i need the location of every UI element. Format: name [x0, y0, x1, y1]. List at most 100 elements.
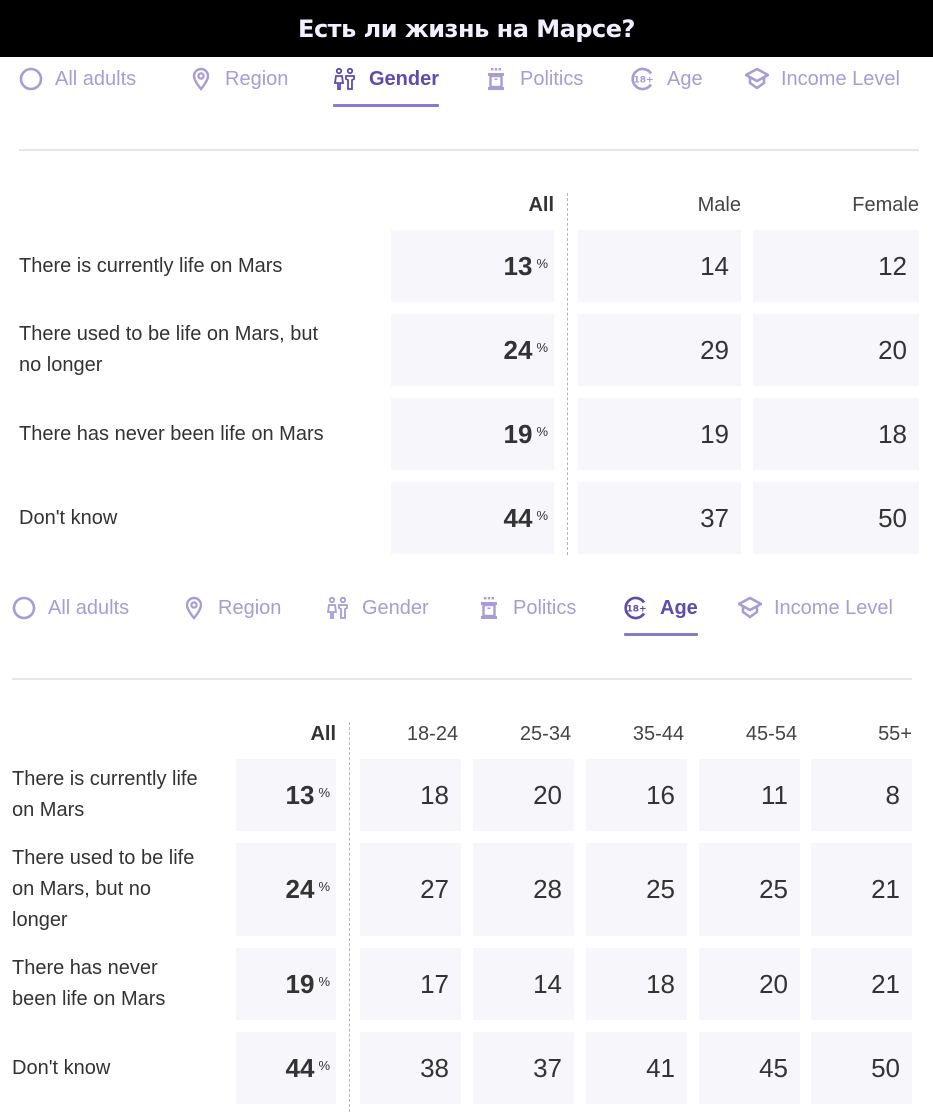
tab-label: Age	[667, 67, 703, 90]
percent-sign: %	[318, 879, 330, 894]
tab-label: Age	[660, 596, 698, 619]
svg-text:18+: 18+	[626, 605, 646, 615]
all-value: 19	[503, 418, 533, 449]
all-value: 19	[285, 968, 315, 999]
circle-icon	[12, 596, 36, 620]
percent-sign: %	[536, 424, 548, 439]
column-header-all: All	[310, 723, 336, 745]
podium-icon	[477, 596, 501, 620]
value-cell: 11	[699, 759, 800, 831]
tab-politics[interactable]: Politics	[484, 57, 583, 101]
all-value-cell: 13%	[391, 230, 554, 302]
all-value: 44	[503, 502, 533, 533]
value-cell: 28	[473, 843, 574, 936]
percent-sign: %	[536, 340, 548, 355]
tab-gender[interactable]: Gender	[326, 586, 429, 630]
all-value: 13	[503, 250, 533, 281]
tab-label: All adults	[55, 67, 137, 90]
tab-label: All adults	[48, 596, 130, 619]
row-label: There used to be life on Mars, but no lo…	[12, 847, 195, 931]
tab-label: Region	[225, 67, 289, 90]
column-header-age-group: 55+	[878, 723, 912, 745]
row-label: There is currently life on Mars	[12, 768, 198, 821]
people-icon	[326, 596, 350, 620]
value-cell: 14	[578, 230, 741, 302]
map-pin-icon	[189, 67, 213, 91]
value-cell: 20	[473, 759, 574, 831]
value-cell: 50	[811, 1032, 912, 1104]
section-divider	[19, 149, 919, 151]
row-label: Don't know	[12, 1056, 111, 1079]
circle-icon	[19, 67, 43, 91]
all-value-cell: 24%	[236, 843, 336, 936]
column-header-female: Female	[852, 194, 919, 216]
tab-age[interactable]: 18+ Age	[624, 586, 698, 636]
tab-all-adults[interactable]: All adults	[19, 57, 136, 101]
value-cell: 12	[753, 230, 919, 302]
value-cell: 25	[586, 843, 687, 936]
tab-label: Politics	[520, 67, 584, 90]
podium-icon	[484, 67, 508, 91]
page-title: Есть ли жизнь на Марсе?	[298, 14, 635, 43]
all-value-cell: 24%	[391, 314, 554, 386]
active-tab-underline	[333, 104, 440, 107]
age-18-plus-icon: 18+	[631, 67, 655, 91]
value-cell: 20	[699, 948, 800, 1020]
active-tab-underline	[624, 633, 698, 636]
value-cell: 37	[473, 1032, 574, 1104]
value-cell: 16	[586, 759, 687, 831]
age-breakdown-section: All adults Region Gender Politics 18+ Ag…	[0, 586, 933, 1112]
tab-region[interactable]: Region	[189, 57, 288, 101]
gender-breakdown-section: All adults Region Gender Politics 18+ Ag…	[0, 57, 933, 562]
value-cell: 20	[753, 314, 919, 386]
value-cell: 18	[586, 948, 687, 1020]
value-cell: 50	[753, 482, 919, 554]
tab-income-level[interactable]: Income Level	[738, 586, 893, 630]
tab-label: Income Level	[774, 596, 893, 619]
map-pin-icon	[182, 596, 206, 620]
tab-age[interactable]: 18+ Age	[631, 57, 703, 101]
all-value: 44	[285, 1052, 315, 1083]
value-cell: 21	[811, 843, 912, 936]
all-value-cell: 44%	[391, 482, 554, 554]
graduation-cap-icon	[745, 67, 769, 91]
value-cell: 17	[360, 948, 461, 1020]
all-value: 13	[285, 779, 315, 810]
tab-region[interactable]: Region	[182, 586, 281, 630]
value-cell: 18	[360, 759, 461, 831]
all-column-separator	[349, 722, 350, 1112]
value-cell: 25	[699, 843, 800, 936]
tab-label: Income Level	[781, 67, 900, 90]
tab-label: Gender	[362, 596, 429, 619]
all-value: 24	[503, 334, 533, 365]
row-label: There used to be life on Mars, but no lo…	[19, 323, 319, 376]
percent-sign: %	[536, 508, 548, 523]
all-column-separator	[567, 193, 568, 555]
percent-sign: %	[318, 1058, 330, 1073]
tab-all-adults[interactable]: All adults	[12, 586, 129, 630]
svg-text:18+: 18+	[633, 76, 653, 86]
column-header-age-group: 35-44	[632, 723, 685, 745]
tab-label: Gender	[369, 67, 440, 90]
graduation-cap-icon	[738, 596, 762, 620]
all-value-cell: 19%	[391, 398, 554, 470]
all-value: 24	[285, 874, 315, 904]
row-label: There is currently life on Mars	[19, 254, 283, 277]
tab-label: Region	[218, 596, 282, 619]
tab-gender[interactable]: Gender	[333, 57, 440, 107]
row-label: There has never been life on Mars	[19, 422, 324, 445]
all-value-cell: 44%	[236, 1032, 336, 1104]
tab-politics[interactable]: Politics	[477, 586, 576, 630]
value-cell: 41	[586, 1032, 687, 1104]
value-cell: 45	[699, 1032, 800, 1104]
percent-sign: %	[318, 785, 330, 800]
tab-income-level[interactable]: Income Level	[745, 57, 900, 101]
value-cell: 27	[360, 843, 461, 936]
column-header-age-group: 25-34	[519, 723, 572, 745]
row-label: There has never been life on Mars	[12, 957, 166, 1010]
age-18-plus-icon: 18+	[624, 596, 648, 620]
value-cell: 18	[753, 398, 919, 470]
people-icon	[333, 67, 357, 91]
all-value-cell: 13%	[236, 759, 336, 831]
column-header-male: Male	[697, 194, 741, 216]
